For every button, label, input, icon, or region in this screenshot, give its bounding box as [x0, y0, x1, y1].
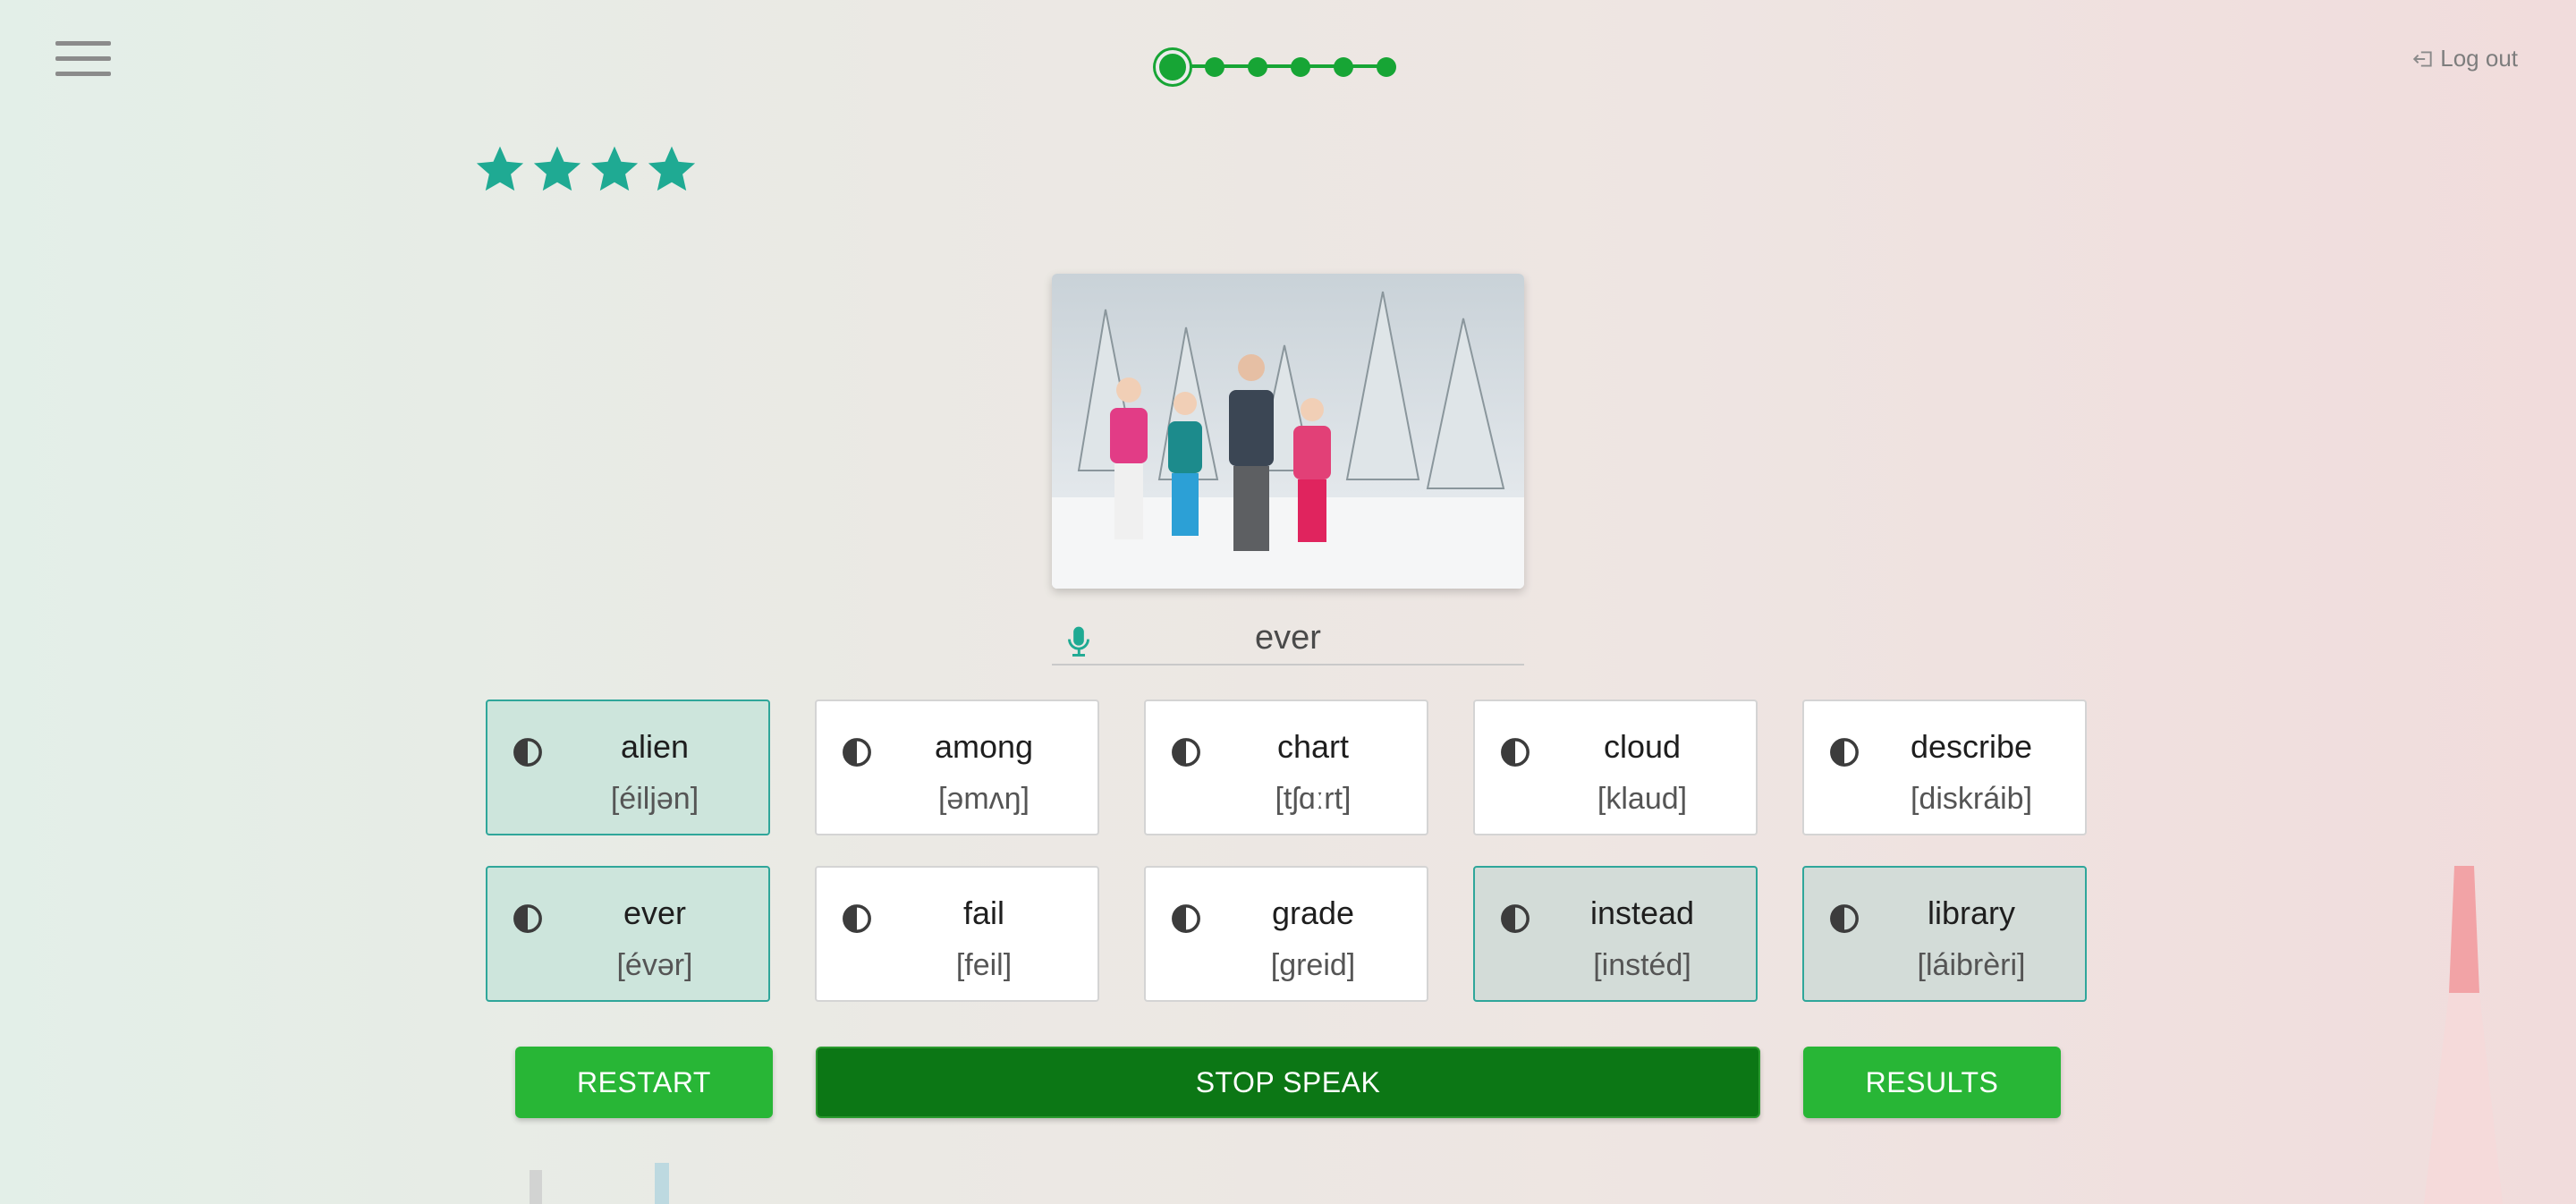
- word-label: among: [934, 728, 1034, 765]
- word-label: fail: [962, 895, 1005, 931]
- word-pronunciation: [greid]: [1270, 948, 1356, 982]
- speaker-icon[interactable]: [1500, 903, 1530, 934]
- word-pronunciation: [éiljən]: [610, 782, 699, 816]
- word-pronunciation: [évər]: [616, 948, 693, 982]
- menu-hamburger-icon[interactable]: [55, 41, 111, 77]
- word-card-instead[interactable]: instead [instéd]: [1473, 866, 1758, 1002]
- restart-button[interactable]: RESTART: [515, 1047, 773, 1118]
- word-pronunciation: [tʃɑːrt]: [1275, 782, 1352, 816]
- word-card-chart[interactable]: chart [tʃɑːrt]: [1144, 700, 1428, 835]
- word-card-fail[interactable]: fail [feil]: [815, 866, 1099, 1002]
- progress-step: [1377, 57, 1396, 77]
- speaker-icon[interactable]: [1171, 737, 1201, 767]
- progress-steps: [1154, 48, 1404, 84]
- recognized-text: ever: [1255, 619, 1321, 657]
- progress-step: [1205, 57, 1224, 77]
- word-label: library: [1927, 895, 2015, 931]
- word-card-describe[interactable]: describe [diskráib]: [1802, 700, 2087, 835]
- word-label: cloud: [1603, 728, 1682, 765]
- star-icon: [590, 146, 639, 191]
- word-card-cloud[interactable]: cloud [klaud]: [1473, 700, 1758, 835]
- word-label: grade: [1271, 895, 1355, 931]
- progress-step: [1291, 57, 1310, 77]
- progress-step: [1248, 57, 1267, 77]
- logout-link[interactable]: Log out: [2411, 45, 2518, 72]
- word-card-library[interactable]: library [láibrèri]: [1802, 866, 2087, 1002]
- progress-step-current: [1156, 50, 1190, 84]
- star-icon: [476, 146, 524, 191]
- bottle-decoration: [530, 1163, 669, 1204]
- speaker-icon[interactable]: [1500, 737, 1530, 767]
- speaker-icon[interactable]: [1171, 903, 1201, 934]
- progress-step: [1334, 57, 1353, 77]
- speaker-icon[interactable]: [842, 737, 872, 767]
- speaker-icon[interactable]: [1829, 903, 1860, 934]
- word-label: describe: [1910, 728, 2033, 765]
- logout-label: Log out: [2440, 45, 2518, 72]
- stop-speak-button[interactable]: STOP SPEAK: [816, 1047, 1760, 1118]
- results-button[interactable]: RESULTS: [1803, 1047, 2061, 1118]
- rating-stars: [474, 143, 698, 195]
- speaker-icon[interactable]: [513, 903, 543, 934]
- speech-recognition-field: ever: [1052, 614, 1524, 666]
- star-icon: [648, 146, 696, 191]
- word-pronunciation: [feil]: [955, 948, 1013, 982]
- star-icon: [533, 146, 581, 191]
- word-pronunciation: [klaud]: [1597, 782, 1688, 816]
- logout-icon: [2413, 50, 2432, 67]
- word-pronunciation: [diskráib]: [1910, 782, 2033, 816]
- speaker-icon[interactable]: [1829, 737, 1860, 767]
- word-label: instead: [1589, 895, 1695, 931]
- word-label: ever: [623, 895, 687, 931]
- word-card-grade[interactable]: grade [greid]: [1144, 866, 1428, 1002]
- word-card-ever[interactable]: ever [évər]: [486, 866, 770, 1002]
- word-card-alien[interactable]: alien [éiljən]: [486, 700, 770, 835]
- pencil-decoration: [2424, 866, 2503, 1204]
- word-label: chart: [1276, 728, 1350, 765]
- speaker-icon[interactable]: [842, 903, 872, 934]
- word-card-among[interactable]: among [əmʌŋ]: [815, 700, 1099, 835]
- word-pronunciation: [láibrèri]: [1917, 948, 2026, 982]
- word-pronunciation: [instéd]: [1593, 948, 1691, 982]
- word-label: alien: [620, 728, 690, 765]
- word-pronunciation: [əmʌŋ]: [937, 782, 1030, 816]
- speaker-icon[interactable]: [513, 737, 543, 767]
- lesson-photo: [1052, 274, 1524, 589]
